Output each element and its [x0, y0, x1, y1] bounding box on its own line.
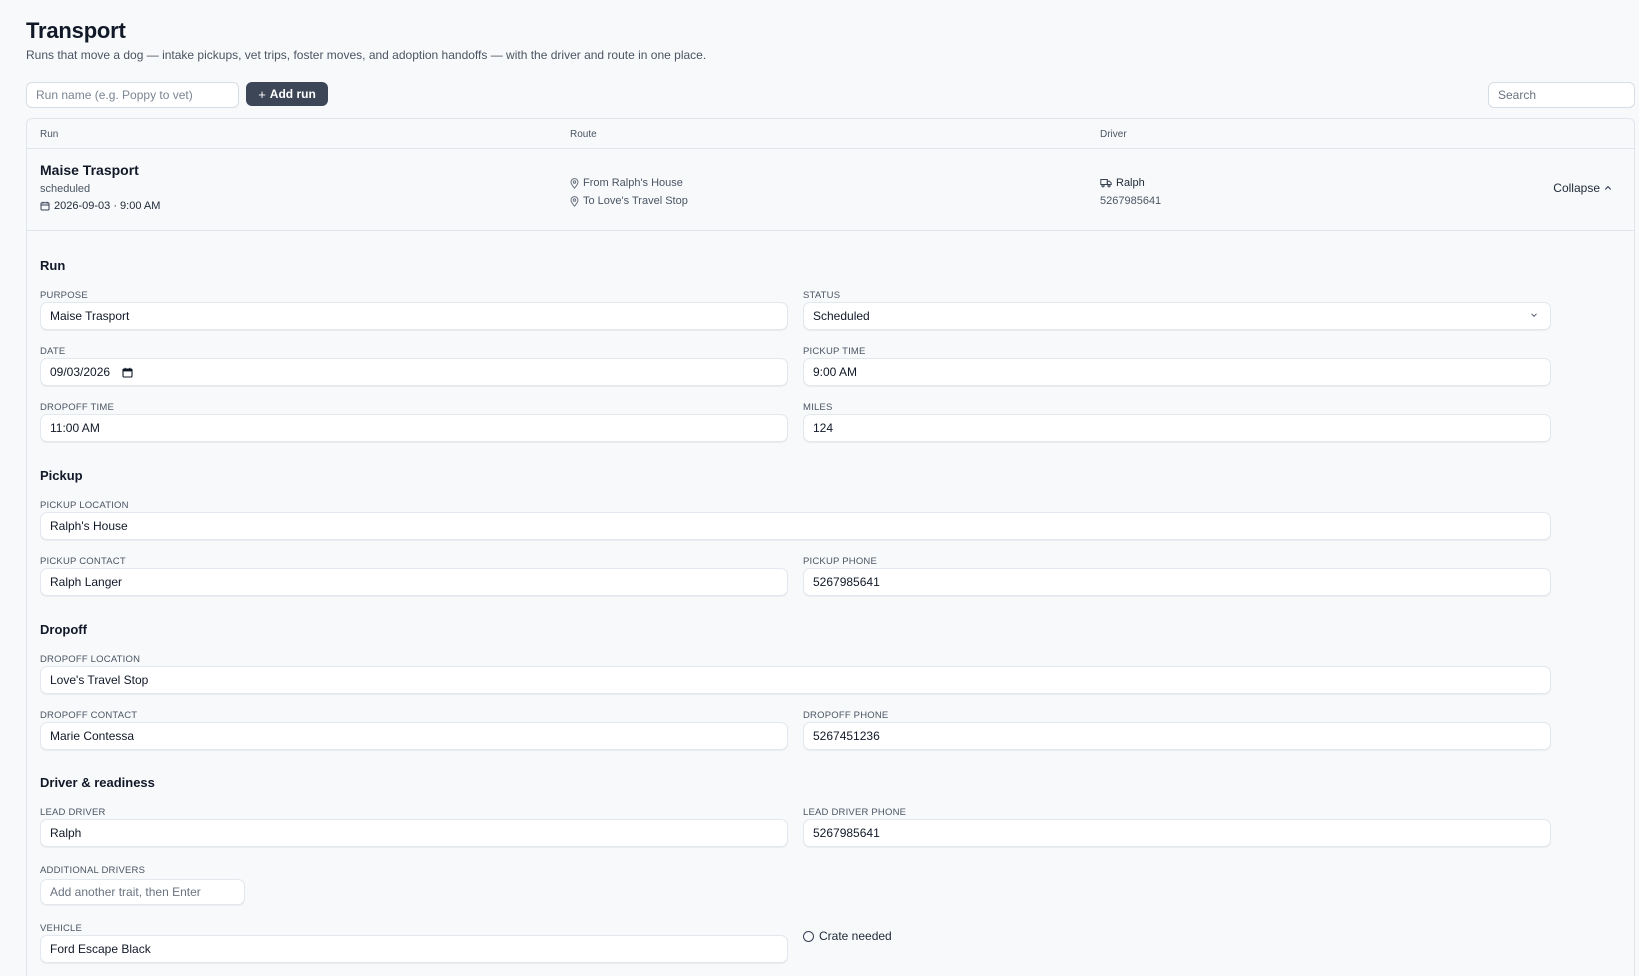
pickup-contact-label: PICKUP CONTACT [40, 556, 126, 567]
run-name: Maise Trasport [40, 162, 139, 178]
section-run-title: Run [40, 258, 66, 273]
purpose-input[interactable]: Maise Trasport [40, 302, 788, 330]
vehicle-input[interactable]: Ford Escape Black [40, 935, 788, 963]
run-name-input[interactable] [26, 82, 239, 108]
dropoff-phone-input[interactable]: 5267451236 [803, 722, 1551, 750]
vehicle-label: VEHICLE [40, 923, 83, 934]
driver-name: Ralph [1100, 174, 1161, 192]
run-datetime: 2026-09-03 · 9:00 AM [40, 200, 160, 212]
crate-needed-toggle[interactable]: Crate needed [803, 929, 892, 943]
calendar-icon [40, 201, 50, 211]
run-cell: Maise Trasport scheduled 2026-09-03 · 9:… [40, 162, 160, 212]
transport-page: Transport Runs that move a dog — intake … [0, 0, 1639, 976]
route-to: To Love's Travel Stop [570, 192, 688, 210]
dropoff-time-input[interactable]: 11:00 AM [40, 414, 788, 442]
dropoff-location-label: DROPOFF LOCATION [40, 654, 141, 665]
collapse-label: Collapse [1553, 181, 1600, 195]
crate-needed-label: Crate needed [819, 929, 892, 943]
run-datetime-text: 2026-09-03 · 9:00 AM [54, 200, 161, 212]
pickup-phone-label: PICKUP PHONE [803, 556, 878, 567]
runs-table: Run Route Driver Maise Trasport schedule… [26, 118, 1635, 976]
driver-phone: 5267985641 [1100, 195, 1162, 207]
miles-input[interactable]: 124 [803, 414, 1551, 442]
additional-drivers-input[interactable]: Add another trait, then Enter [40, 879, 245, 905]
page-title: Transport [26, 18, 126, 43]
miles-label: MILES [803, 402, 833, 413]
add-run-label: Add run [269, 87, 316, 101]
date-label: DATE [40, 346, 66, 357]
driver-cell: Ralph 5267985641 [1100, 174, 1161, 210]
crate-needed-radio[interactable] [803, 930, 814, 942]
lead-driver-phone-input[interactable]: 5267985641 [803, 819, 1551, 847]
map-pin-icon [570, 195, 579, 207]
add-run-button[interactable]: + Add run [246, 82, 328, 106]
dropoff-location-input[interactable]: Love's Travel Stop [40, 666, 1551, 694]
calendar-icon[interactable] [122, 367, 133, 378]
dropoff-time-label: DROPOFF TIME [40, 402, 115, 413]
section-dropoff-title: Dropoff [40, 622, 87, 637]
pickup-location-label: PICKUP LOCATION [40, 500, 129, 511]
collapse-button[interactable]: Collapse [1553, 181, 1612, 195]
driver-name-text: Ralph [1116, 177, 1145, 189]
route-from: From Ralph's House [570, 174, 688, 192]
date-input[interactable]: 09/03/2026 [40, 358, 788, 386]
pickup-phone-input[interactable]: 5267985641 [803, 568, 1551, 596]
status-label: STATUS [803, 290, 841, 301]
route-to-text: To Love's Travel Stop [583, 195, 688, 207]
route-cell: From Ralph's House To Love's Travel Stop [570, 174, 688, 210]
plus-icon: + [258, 86, 266, 102]
column-header-route: Route [570, 129, 597, 140]
dropoff-contact-input[interactable]: Marie Contessa [40, 722, 788, 750]
additional-drivers-label: ADDITIONAL DRIVERS [40, 865, 146, 876]
page-subtitle: Runs that move a dog — intake pickups, v… [26, 48, 707, 62]
lead-driver-input[interactable]: Ralph [40, 819, 788, 847]
lead-driver-phone-label: LEAD DRIVER PHONE [803, 807, 907, 818]
search-input[interactable] [1488, 82, 1635, 108]
column-header-driver: Driver [1100, 129, 1127, 140]
status-select[interactable]: Scheduled [803, 302, 1551, 330]
status-value: Scheduled [813, 309, 870, 323]
lead-driver-label: LEAD DRIVER [40, 807, 106, 818]
chevron-down-icon [1530, 310, 1538, 320]
section-pickup-title: Pickup [40, 468, 83, 483]
route-from-text: From Ralph's House [583, 177, 683, 189]
column-header-run: Run [40, 129, 59, 140]
chevron-up-icon [1604, 185, 1612, 191]
truck-icon [1100, 178, 1112, 188]
date-value: 09/03/2026 [50, 365, 111, 379]
pickup-location-input[interactable]: Ralph's House [40, 512, 1551, 540]
section-driver-title: Driver & readiness [40, 775, 155, 790]
dropoff-phone-label: DROPOFF PHONE [803, 710, 889, 721]
map-pin-icon [570, 177, 579, 189]
pickup-time-label: PICKUP TIME [803, 346, 866, 357]
table-row[interactable]: Maise Trasport scheduled 2026-09-03 · 9:… [27, 149, 1634, 231]
run-status: scheduled [40, 183, 91, 195]
purpose-label: PURPOSE [40, 290, 88, 301]
pickup-contact-input[interactable]: Ralph Langer [40, 568, 788, 596]
dropoff-contact-label: DROPOFF CONTACT [40, 710, 138, 721]
table-header: Run Route Driver [27, 119, 1634, 149]
pickup-time-input[interactable]: 9:00 AM [803, 358, 1551, 386]
toolbar: + Add run [26, 82, 1635, 108]
